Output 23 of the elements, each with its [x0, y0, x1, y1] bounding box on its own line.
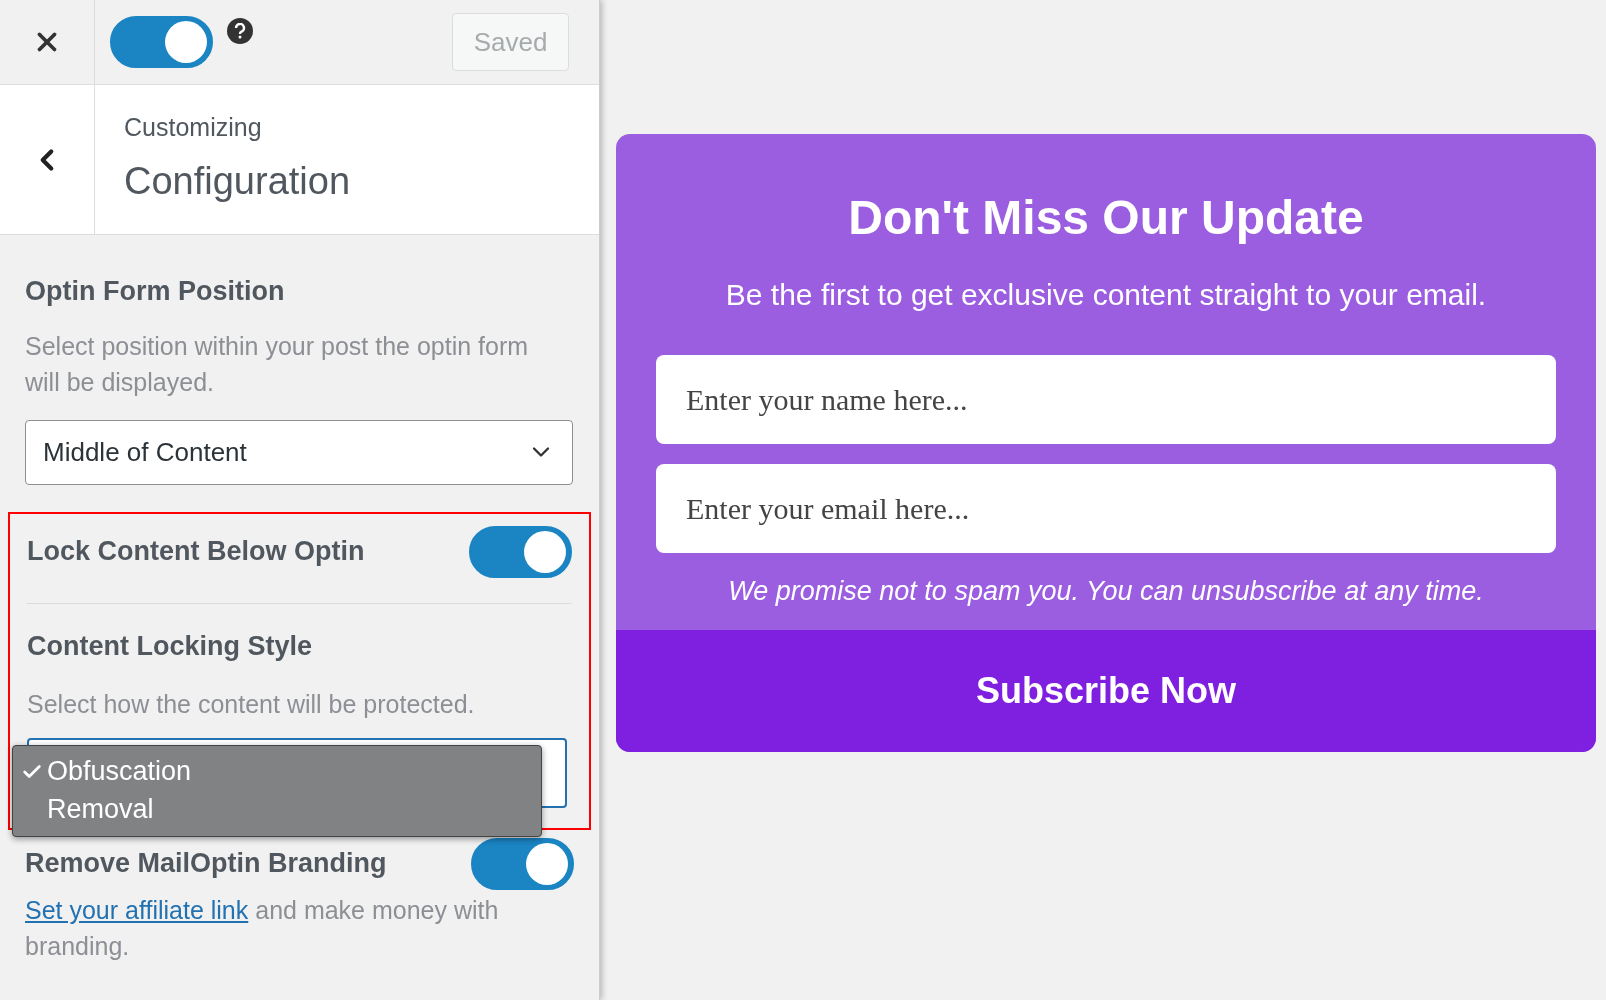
optin-title: Don't Miss Our Update — [848, 190, 1364, 246]
name-input[interactable]: Enter your name here... — [656, 355, 1556, 444]
setting-label: Remove MailOptin Branding — [25, 847, 387, 881]
subscribe-button[interactable]: Subscribe Now — [616, 629, 1596, 752]
toggle-switch[interactable] — [110, 16, 213, 68]
toggle-switch[interactable] — [471, 837, 574, 890]
setting-description: Set your affiliate link and make money with branding. — [25, 894, 500, 962]
optin-subtitle: Be the first to get exclusive content straight to your email. — [725, 277, 1487, 313]
setting-label: Lock Content Below Optin — [27, 535, 365, 569]
panel-title: Configuration — [124, 158, 351, 204]
toggle-switch[interactable] — [469, 525, 572, 578]
setting-label: Content Locking Style — [27, 629, 314, 663]
privacy-note: We promise not to spam you. You can unsubscribe at any time. — [728, 575, 1484, 608]
dropdown-option[interactable]: Obfuscation — [47, 751, 192, 792]
breadcrumb-text: Customizing — [124, 112, 263, 144]
email-input[interactable]: Enter your email here... — [656, 464, 1556, 553]
setting-description: Select how the content will be protected. — [27, 689, 476, 720]
affiliate-link[interactable]: Set your affiliate link — [25, 895, 249, 924]
setting-description: Select position within your post the optin form will be displayed. — [25, 330, 530, 398]
dropdown-option[interactable]: Removal — [47, 789, 154, 830]
position-select[interactable]: Middle of Content — [25, 419, 573, 485]
help-icon[interactable] — [227, 18, 253, 44]
setting-label: Optin Form Position — [25, 275, 286, 308]
